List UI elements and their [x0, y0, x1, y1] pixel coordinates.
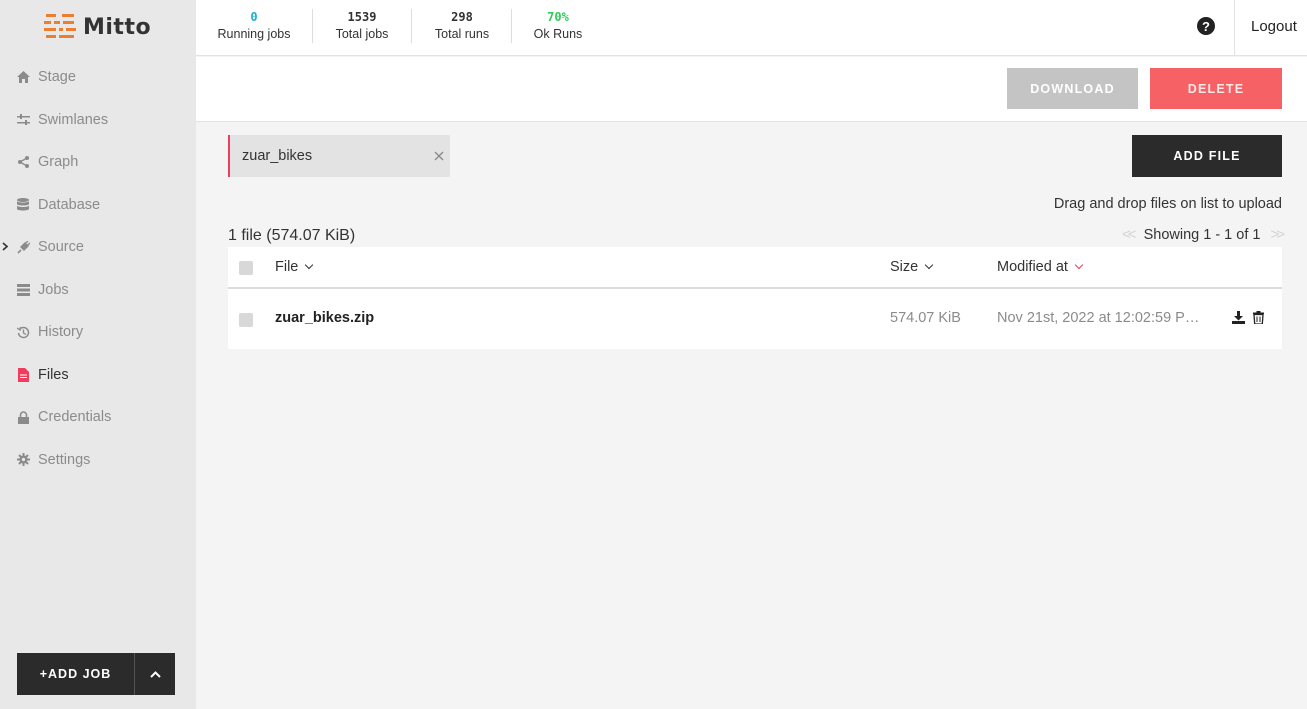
share-icon [16, 155, 30, 169]
file-icon [16, 367, 30, 382]
download-button[interactable]: DOWNLOAD [1007, 68, 1138, 109]
lock-icon [16, 410, 30, 424]
sidebar-nav: Stage Swimlanes Graph Database Source Jo… [0, 56, 196, 481]
pagination: << Showing 1 - 1 of 1 >> [1122, 226, 1285, 243]
column-header-file[interactable]: File [275, 259, 314, 275]
stat-value: 1539 [347, 10, 377, 24]
add-job-button[interactable]: +ADD JOB [17, 653, 135, 695]
divider [1234, 0, 1235, 56]
last-page-icon[interactable]: >> [1270, 226, 1284, 243]
file-size: 574.07 KiB [890, 310, 961, 326]
trash-icon[interactable] [1253, 311, 1264, 328]
mitto-logo-icon [44, 14, 76, 40]
sidebar-item-files[interactable]: Files [0, 354, 196, 397]
database-icon [16, 198, 30, 212]
column-label: Modified at [997, 259, 1068, 275]
column-label: Size [890, 259, 919, 275]
stat-divider [511, 9, 512, 43]
stat-divider [411, 9, 412, 43]
first-page-icon[interactable]: << [1122, 226, 1136, 243]
table-row[interactable]: zuar_bikes.zip 574.07 KiB Nov 21st, 2022… [228, 289, 1282, 349]
action-bar: DOWNLOAD DELETE [196, 57, 1307, 122]
app-name: Mitto [83, 14, 152, 40]
sidebar-item-stage[interactable]: Stage [0, 56, 196, 99]
stat-value: 70% [547, 10, 569, 24]
add-job-menu-toggle[interactable] [135, 653, 175, 695]
stat-label: Ok Runs [533, 27, 583, 41]
stat-label: Total jobs [335, 27, 389, 41]
home-icon [16, 70, 30, 84]
file-name[interactable]: zuar_bikes.zip [275, 310, 374, 326]
row-checkbox[interactable] [239, 313, 253, 327]
drag-drop-hint: Drag and drop files on list to upload [1053, 196, 1282, 212]
column-header-modified[interactable]: Modified at [997, 259, 1084, 275]
stat-ok-runs: 70% Ok Runs [529, 9, 587, 44]
help-icon[interactable]: ? [1197, 17, 1215, 35]
top-bar: 0 Running jobs 1539 Total jobs 298 Total… [196, 0, 1307, 56]
stat-running-jobs: 0 Running jobs [214, 9, 294, 44]
sidebar-item-history[interactable]: History [0, 311, 196, 354]
chevron-up-icon [149, 665, 161, 683]
add-job-control: +ADD JOB [17, 653, 175, 695]
close-icon[interactable] [434, 148, 444, 164]
files-table: File Size Modified at zuar_bikes.zip 574… [228, 247, 1282, 349]
plug-icon [16, 240, 30, 254]
add-file-button[interactable]: ADD FILE [1132, 135, 1282, 177]
download-icon[interactable] [1232, 311, 1245, 328]
sidebar-item-swimlanes[interactable]: Swimlanes [0, 99, 196, 142]
sliders-icon [16, 113, 30, 127]
stat-value: 0 [250, 10, 258, 24]
pagination-text: Showing 1 - 1 of 1 [1143, 226, 1261, 243]
stat-value: 298 [451, 10, 473, 24]
sidebar-item-source[interactable]: Source [0, 226, 196, 269]
column-header-size[interactable]: Size [890, 259, 934, 275]
gear-icon [16, 453, 30, 467]
history-icon [16, 325, 30, 339]
stat-label: Total runs [434, 27, 490, 41]
sidebar-item-label: Swimlanes [38, 111, 109, 128]
sidebar-item-graph[interactable]: Graph [0, 141, 196, 184]
sidebar-item-jobs[interactable]: Jobs [0, 269, 196, 312]
row-actions [1232, 311, 1264, 328]
delete-button[interactable]: DELETE [1150, 68, 1282, 109]
sidebar-item-label: History [38, 324, 84, 341]
select-all-checkbox[interactable] [239, 261, 253, 275]
stat-total-jobs: 1539 Total jobs [328, 9, 396, 44]
sidebar-item-credentials[interactable]: Credentials [0, 396, 196, 439]
file-modified: Nov 21st, 2022 at 12:02:59 PM EST [997, 310, 1203, 326]
chevron-down-icon [305, 260, 314, 270]
sidebar-item-label: Database [38, 196, 101, 213]
sidebar-item-label: Jobs [38, 281, 69, 298]
chevron-right-icon[interactable] [2, 240, 9, 254]
sort-desc-icon [1074, 260, 1084, 270]
column-label: File [275, 259, 299, 275]
sidebar-item-label: Settings [38, 451, 91, 468]
sidebar-item-label: Credentials [38, 409, 112, 426]
sidebar-item-label: Graph [38, 154, 79, 171]
stat-total-runs: 298 Total runs [428, 9, 496, 44]
sidebar-item-settings[interactable]: Settings [0, 439, 196, 482]
sidebar: Mitto Stage Swimlanes Graph Database Sou… [0, 0, 196, 709]
stat-label: Running jobs [217, 27, 291, 41]
stat-divider [312, 9, 313, 43]
logout-button[interactable]: Logout [1251, 18, 1297, 35]
file-filter [228, 135, 450, 177]
logo[interactable]: Mitto [44, 14, 151, 40]
sidebar-item-label: Stage [38, 69, 76, 86]
sidebar-item-label: Files [38, 366, 69, 383]
list-icon [16, 283, 30, 297]
sidebar-item-label: Source [38, 239, 84, 256]
file-count: 1 file (574.07 KiB) [228, 227, 356, 244]
filter-input[interactable] [242, 148, 422, 164]
chevron-down-icon [924, 260, 934, 270]
table-header: File Size Modified at [228, 247, 1282, 289]
sidebar-item-database[interactable]: Database [0, 184, 196, 227]
